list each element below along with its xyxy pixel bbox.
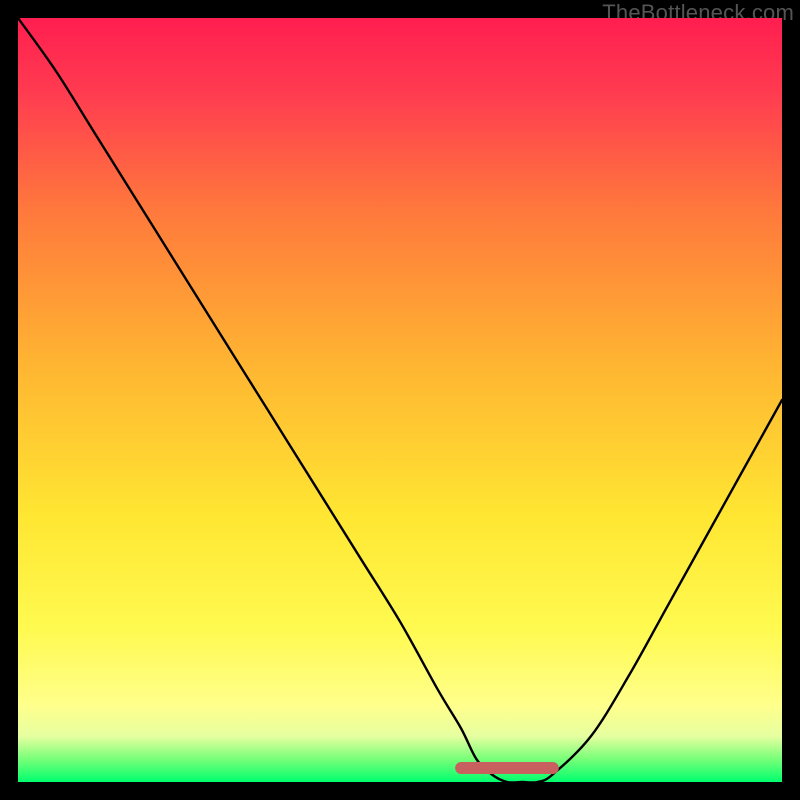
curve-svg bbox=[18, 18, 782, 782]
plot-area bbox=[18, 18, 782, 782]
bottleneck-curve bbox=[18, 18, 782, 782]
chart-container: TheBottleneck.com bbox=[0, 0, 800, 800]
